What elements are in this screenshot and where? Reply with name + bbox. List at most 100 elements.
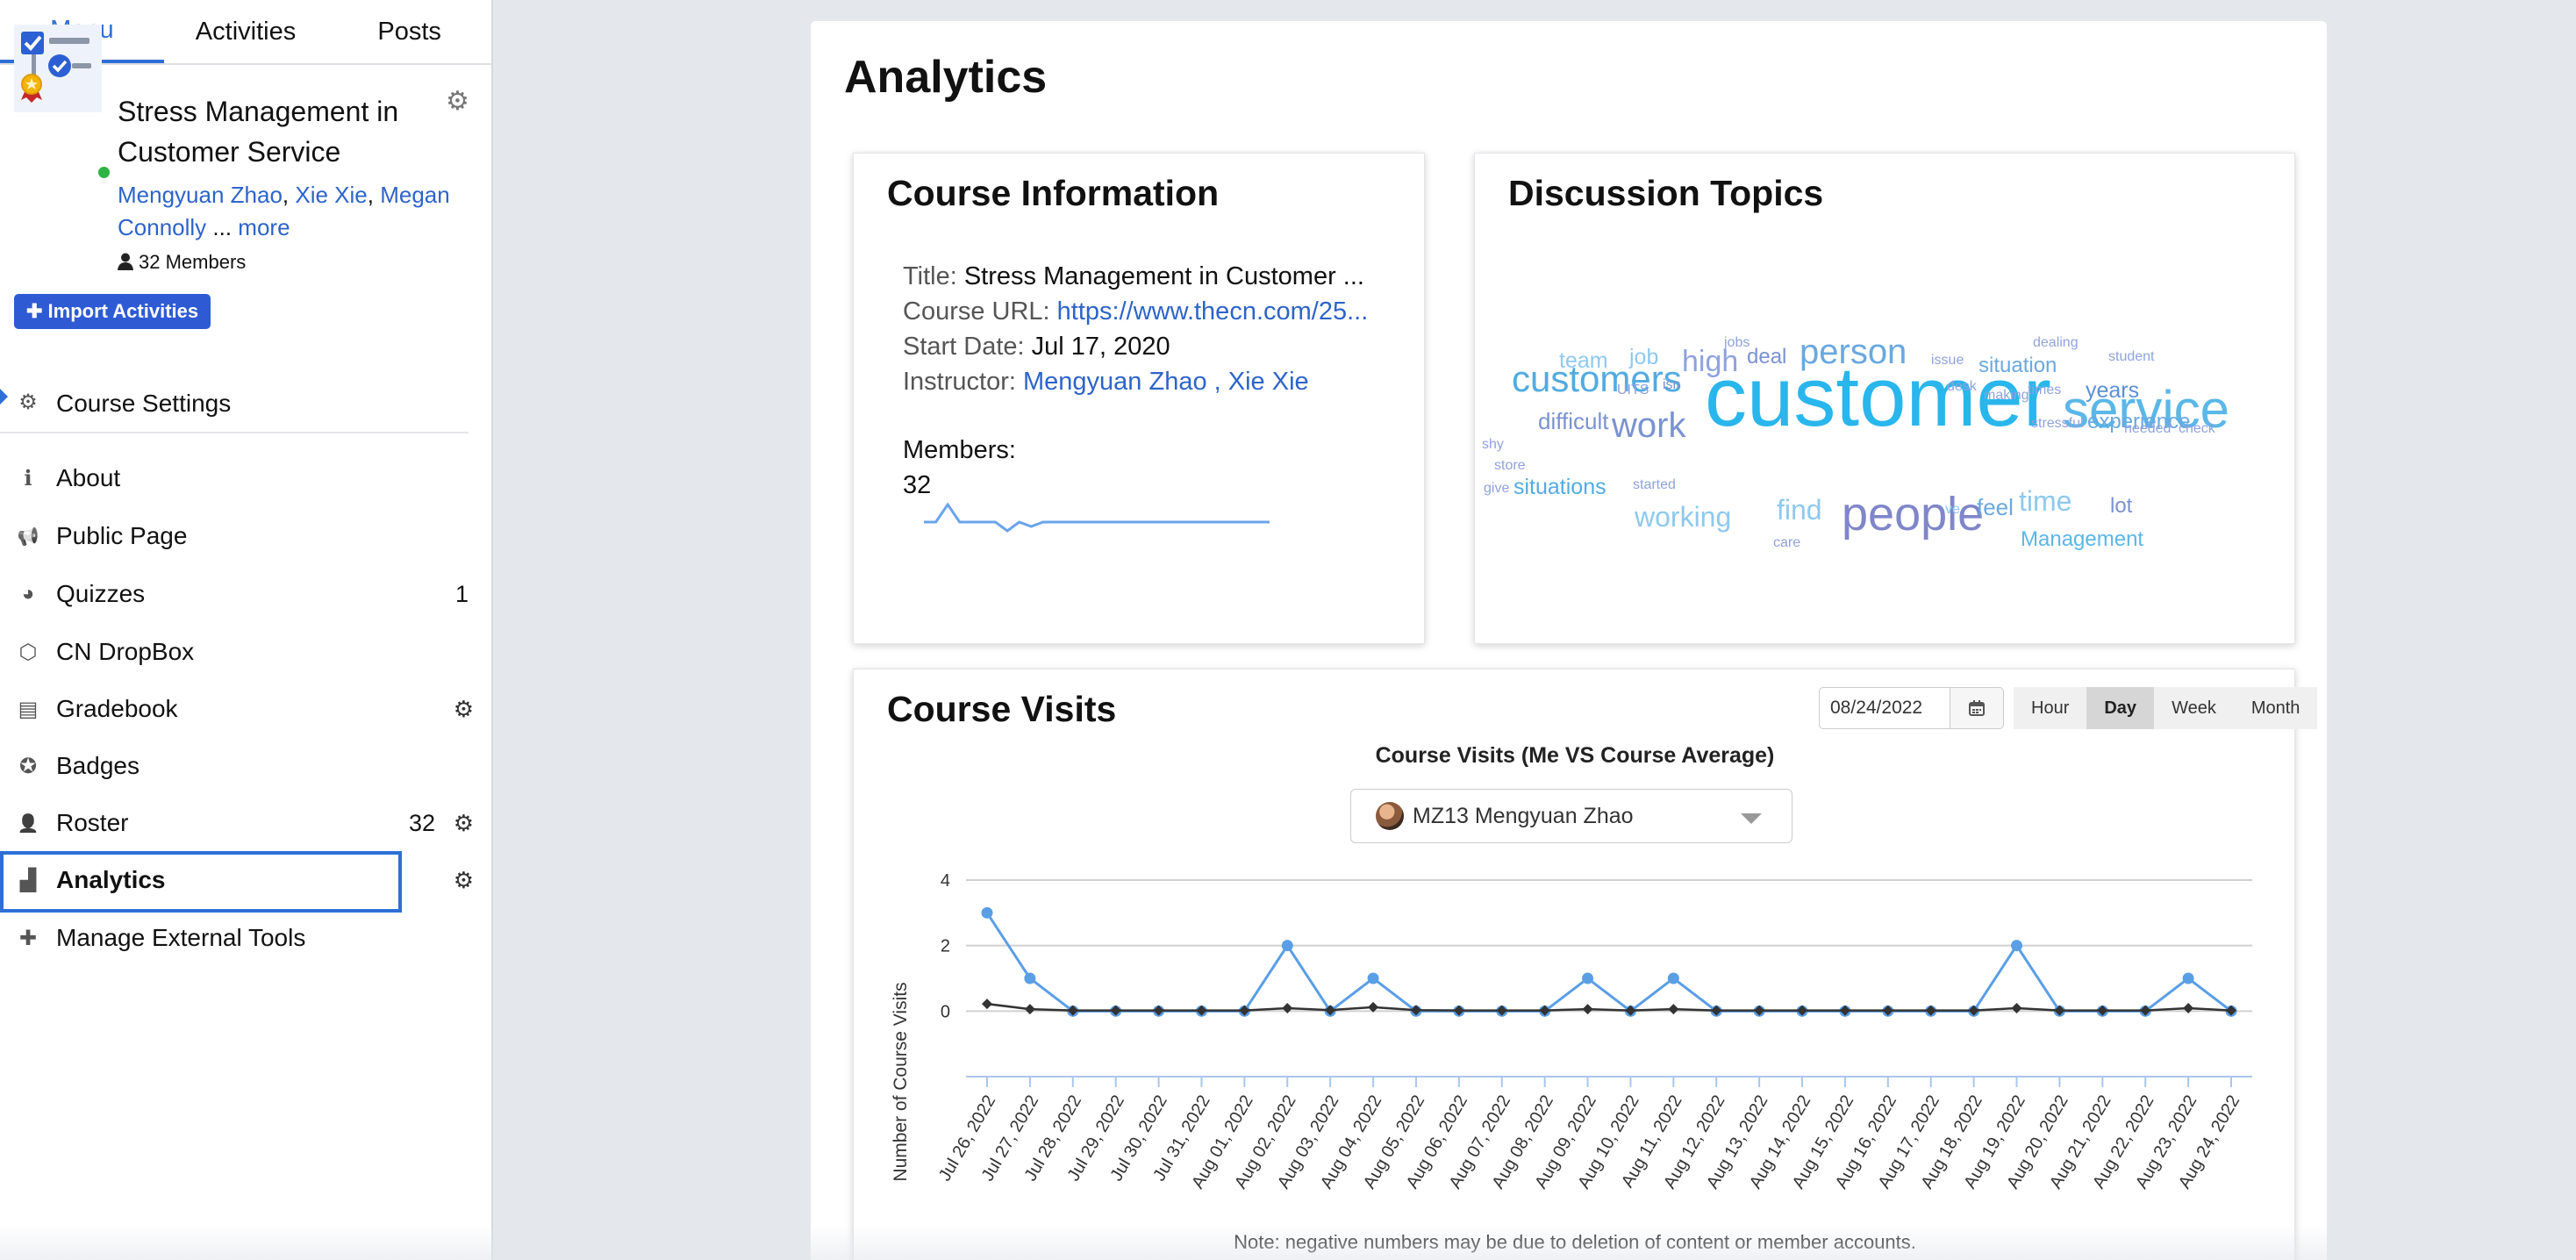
sidebar-item-roster[interactable]: 👤 Roster 32 ⚙: [0, 794, 493, 852]
chart-note: Note: negative numbers may be due to del…: [1234, 1231, 1916, 1253]
field-label: Course URL:: [903, 297, 1057, 326]
page-title: Analytics: [844, 52, 1048, 103]
course-average-line: [986, 1002, 2232, 1012]
gear-icon: ⚙: [18, 390, 38, 414]
topic-word: team: [1559, 348, 1608, 373]
topic-word: working: [1635, 501, 1732, 533]
sidebar-item-label: Quizzes: [56, 580, 146, 607]
tab-posts[interactable]: Posts: [327, 0, 491, 63]
sidebar-item-label: Gradebook: [56, 695, 178, 722]
my-visits-point[interactable]: [1667, 972, 1679, 984]
sidebar-item-about[interactable]: ℹ About: [0, 449, 493, 507]
course-url-link[interactable]: https://www.thecn.com/25...: [1057, 297, 1369, 326]
course-title-row: Title: Stress Management in Customer ...: [903, 262, 1364, 291]
visits-chart: 024Jul 26, 2022Jul 27, 2022Jul 28, 2022J…: [935, 871, 2252, 1192]
topic-word: care: [1773, 535, 1801, 550]
main-panel: Analytics Course Information Title: Stre…: [811, 21, 2327, 1260]
topic-word: work: [1612, 406, 1686, 445]
gear-icon[interactable]: ⚙: [454, 696, 474, 723]
plus-icon: ✚: [18, 926, 38, 950]
item-count: 32: [408, 809, 435, 836]
topic-word: times: [2028, 383, 2062, 397]
chart-icon: ▟: [19, 868, 37, 892]
members-sparkline: [924, 502, 1270, 533]
tab-activities[interactable]: Activities: [164, 0, 328, 63]
course-average-point[interactable]: [1582, 1004, 1593, 1015]
my-visits-point[interactable]: [981, 906, 993, 919]
ellipsis: ...: [206, 214, 239, 240]
start-date-value: Jul 17, 2020: [1031, 333, 1170, 361]
course-title[interactable]: Stress Management in Customer Service: [118, 91, 433, 172]
members-count[interactable]: 32 Members: [118, 251, 246, 274]
instructor-link[interactable]: Xie Xie: [295, 182, 367, 208]
course-url-row: Course URL: https://www.thecn.com/25...: [903, 297, 1368, 326]
gear-icon[interactable]: ⚙: [454, 810, 474, 837]
sparkline-line: [924, 502, 1270, 533]
topic-word: store: [1494, 458, 1526, 473]
user-icon: 👤: [17, 813, 39, 834]
sidebar-item-label: Analytics: [56, 866, 166, 893]
sidebar-item-public-page[interactable]: 📢 Public Page: [0, 507, 493, 565]
topic-word: isn: [1663, 377, 1681, 392]
sidebar-item-label: Badges: [56, 752, 140, 779]
sidebar-item-course-settings[interactable]: ⚙ Course Settings: [0, 376, 469, 433]
topic-word: feel: [1977, 494, 2014, 520]
course-average-point[interactable]: [1024, 1004, 1035, 1015]
field-label: Title:: [903, 262, 964, 290]
topic-word: situations: [1513, 475, 1606, 499]
card-title: Discussion Topics: [1508, 173, 1824, 213]
members-label: Members:: [903, 436, 1016, 464]
sidebar-item-cn-dropbox[interactable]: ⬡ CN DropBox: [0, 623, 493, 681]
user-icon: [118, 253, 133, 270]
topic-word: UITS: [1617, 383, 1649, 397]
megaphone-icon: 📢: [17, 526, 39, 547]
sidebar: Menu Activities Posts Stress Management …: [0, 0, 493, 1260]
topic-word: making: [1984, 388, 2029, 403]
my-visits-point[interactable]: [2182, 972, 2194, 984]
sidebar-item-badges[interactable]: ✪ Badges: [0, 737, 493, 795]
info-icon: ℹ: [24, 466, 32, 490]
online-indicator: [98, 167, 110, 178]
separator: ,: [282, 182, 296, 208]
course-information-card: Course Information Title: Stress Managem…: [853, 153, 1425, 644]
my-visits-point[interactable]: [1582, 972, 1594, 984]
sidebar-item-manage-external-tools[interactable]: ✚ Manage External Tools: [0, 909, 493, 967]
my-visits-point[interactable]: [1367, 972, 1379, 984]
separator: ,: [367, 182, 381, 208]
topic-word: check: [2179, 421, 2215, 436]
sidebar-item-label: Course Settings: [56, 390, 232, 417]
sidebar-item-analytics[interactable]: ▟ Analytics ⚙: [0, 851, 493, 909]
sidebar-item-gradebook[interactable]: ▤ Gradebook ⚙: [0, 680, 493, 738]
gear-icon[interactable]: ⚙: [454, 867, 474, 894]
y-axis-label: Number of Course Visits: [891, 982, 911, 1182]
course-settings-gear-icon[interactable]: ⚙: [446, 86, 469, 117]
topic-word: person: [1800, 333, 1907, 371]
instructor-link[interactable]: Mengyuan Zhao: [118, 182, 283, 208]
topic-word: stressful: [2031, 416, 2084, 431]
topic-word: give: [1484, 481, 1510, 496]
more-instructors-link[interactable]: more: [238, 214, 290, 240]
course-average-point[interactable]: [1668, 1004, 1679, 1015]
course-title-value: Stress Management in Customer ...: [963, 262, 1364, 290]
topic-word: jobs: [1724, 335, 1750, 350]
my-visits-point[interactable]: [1281, 940, 1293, 952]
topic-word: job: [1629, 345, 1659, 369]
sidebar-item-label: About: [56, 464, 121, 491]
topic-word: time: [2019, 485, 2072, 517]
instructor-link[interactable]: Mengyuan Zhao , Xie Xie: [1023, 368, 1309, 396]
topic-word: find: [1777, 494, 1822, 526]
course-average-point[interactable]: [982, 999, 992, 1010]
sidebar-item-quizzes[interactable]: ◕ Quizzes 1: [0, 565, 493, 623]
sidebar-item-label: Roster: [56, 809, 129, 836]
my-visits-point[interactable]: [1024, 972, 1036, 984]
topic-word: people: [1842, 488, 1985, 541]
card-title: Course Information: [887, 173, 1220, 213]
topic-word: Management: [2021, 527, 2144, 551]
my-visits-point[interactable]: [2011, 940, 2023, 952]
sidebar-item-label: CN DropBox: [56, 638, 195, 665]
import-activities-button[interactable]: ✚ Import Activities: [14, 294, 211, 329]
field-label: Instructor:: [903, 368, 1023, 396]
discussion-topics-card: Discussion Topics customer service people c…: [1474, 153, 2295, 644]
sidebar-item-label: Manage External Tools: [56, 924, 306, 951]
topic-word: needed: [2124, 421, 2172, 436]
